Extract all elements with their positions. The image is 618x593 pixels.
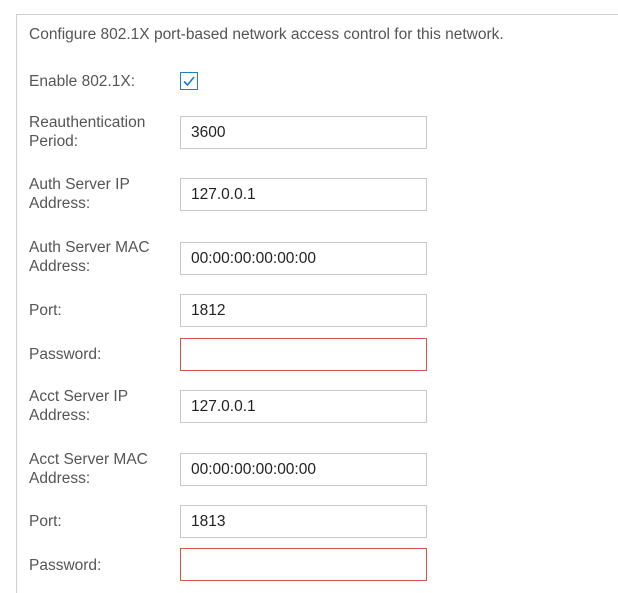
acct-password-label: Password:: [29, 557, 102, 574]
auth-port-label: Port:: [29, 302, 62, 319]
auth-server-mac-input[interactable]: [180, 242, 427, 275]
auth-password-input[interactable]: [180, 338, 427, 371]
auth-password-label: Password:: [29, 346, 102, 363]
auth-port-input[interactable]: [180, 294, 427, 327]
auth-server-ip-label: Auth Server IP Address:: [29, 176, 130, 212]
acct-server-ip-label: Acct Server IP Address:: [29, 388, 128, 424]
acct-port-input[interactable]: [180, 505, 427, 538]
reauth-period-label: Reauthentication Period:: [29, 114, 146, 150]
acct-server-ip-input[interactable]: [180, 390, 427, 423]
reauth-period-input[interactable]: [180, 116, 427, 149]
acct-server-mac-input[interactable]: [180, 453, 427, 486]
auth-server-ip-input[interactable]: [180, 178, 427, 211]
enable-8021x-label: Enable 802.1X:: [29, 73, 136, 90]
section-description: Configure 802.1X port-based network acce…: [29, 26, 504, 43]
checkmark-icon: [183, 76, 195, 87]
auth-server-mac-label: Auth Server MAC Address:: [29, 239, 150, 275]
acct-server-mac-label: Acct Server MAC Address:: [29, 451, 148, 487]
enable-8021x-checkbox[interactable]: [180, 72, 198, 90]
acct-port-label: Port:: [29, 513, 62, 530]
acct-password-input[interactable]: [180, 548, 427, 581]
